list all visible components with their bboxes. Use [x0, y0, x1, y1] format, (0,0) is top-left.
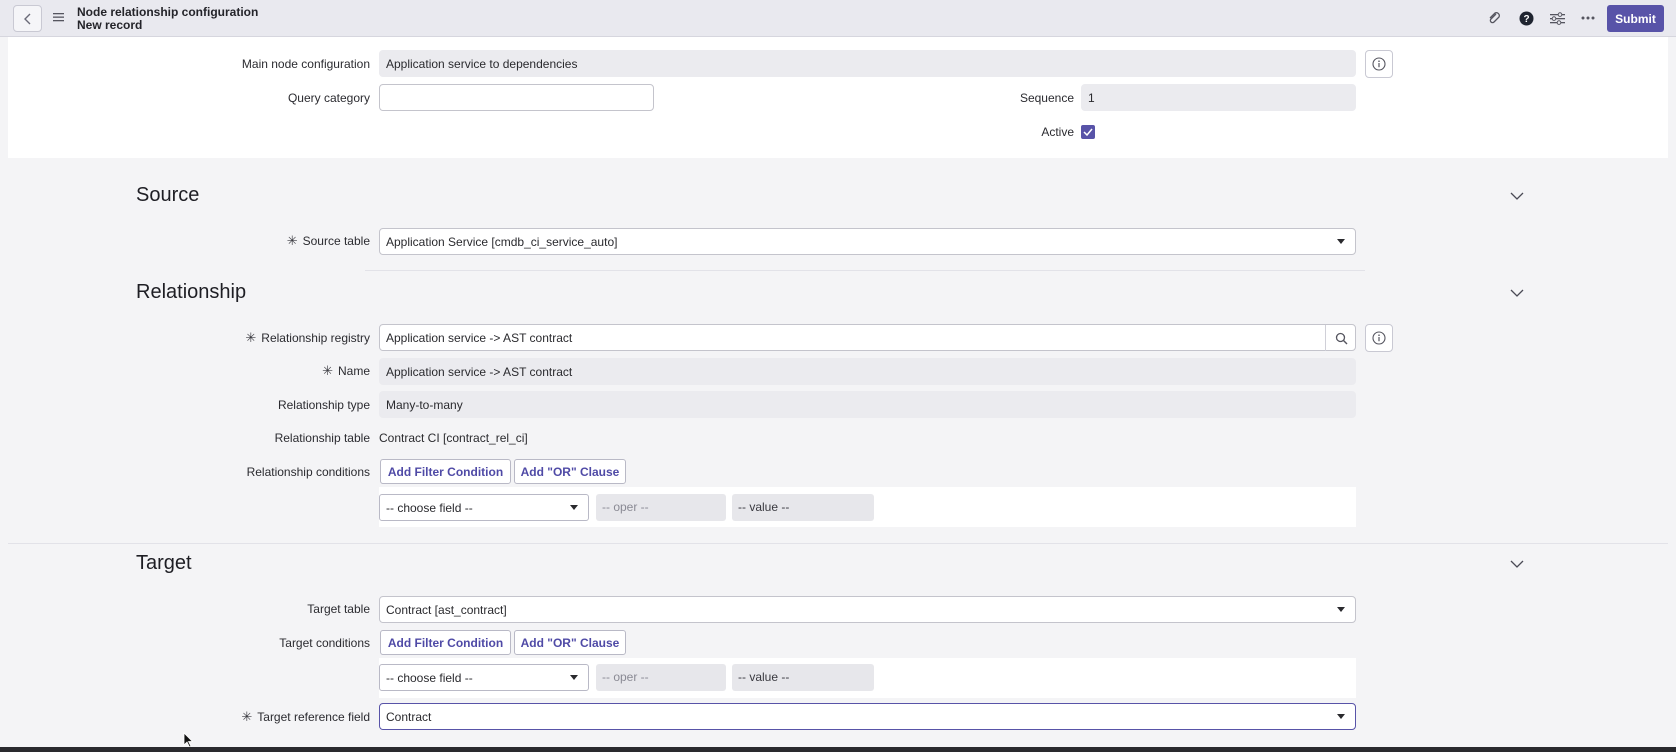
- target-collapse-chevron-icon[interactable]: [1510, 559, 1524, 569]
- back-icon: [23, 13, 30, 24]
- mouse-cursor-icon: [183, 732, 194, 748]
- choose-field-dropdown-icon[interactable]: [570, 505, 578, 510]
- choose-field-dropdown-icon[interactable]: [570, 675, 578, 680]
- active-label: Active: [1041, 125, 1074, 139]
- relationship-value-field[interactable]: -- value --: [732, 494, 874, 521]
- page-subtitle: New record: [77, 18, 143, 32]
- target-choose-field-select[interactable]: -- choose field --: [379, 664, 589, 691]
- name-label-text: Name: [337, 364, 370, 378]
- section-divider: [8, 543, 1668, 544]
- relationship-registry-label-text: Relationship registry: [261, 331, 370, 345]
- target-table-value: Contract [ast_contract]: [386, 603, 507, 617]
- relationship-choose-field-select[interactable]: -- choose field --: [379, 494, 589, 521]
- menu-icon[interactable]: [53, 12, 64, 22]
- source-table-dropdown-icon[interactable]: [1337, 239, 1345, 244]
- target-reference-select[interactable]: Contract: [379, 703, 1356, 730]
- info-icon: [1372, 57, 1386, 71]
- relationship-oper-select[interactable]: -- oper --: [596, 494, 726, 521]
- source-table-label-text: Source table: [302, 234, 370, 248]
- lookup-separator: [1325, 325, 1326, 351]
- relationship-section-title: Relationship: [136, 281, 247, 303]
- more-icon: [1581, 16, 1595, 20]
- target-table-dropdown-icon[interactable]: [1337, 607, 1345, 612]
- submit-button[interactable]: Submit: [1607, 5, 1664, 32]
- target-reference-label: ✳ Target reference field: [180, 704, 370, 730]
- help-icon: ?: [1519, 11, 1533, 25]
- query-category-input[interactable]: [379, 84, 654, 111]
- name-label: ✳ Name: [180, 358, 370, 384]
- relationship-registry-input[interactable]: Application service -> AST contract: [379, 324, 1356, 351]
- source-table-select[interactable]: Application Service [cmdb_ci_service_aut…: [379, 228, 1356, 255]
- query-category-label: Query category: [287, 91, 370, 105]
- required-marker: ✳: [322, 363, 333, 378]
- relationship-info-button[interactable]: [1365, 324, 1393, 352]
- attachment-button[interactable]: [1485, 9, 1503, 27]
- more-button[interactable]: [1579, 9, 1597, 27]
- help-button[interactable]: ?: [1517, 9, 1535, 27]
- window-bottom-edge: [0, 747, 1676, 752]
- target-add-filter-button[interactable]: Add Filter Condition: [380, 630, 511, 655]
- settings-button[interactable]: [1548, 9, 1566, 27]
- required-marker: ✳: [245, 330, 257, 345]
- main-node-label: Main node configuration: [241, 57, 370, 71]
- attachment-icon: [1489, 12, 1500, 24]
- name-field: Application service -> AST contract: [379, 358, 1356, 385]
- relationship-table-label: Relationship table: [274, 431, 370, 445]
- sequence-field: 1: [1081, 84, 1356, 111]
- search-icon: [1335, 332, 1347, 344]
- target-table-select[interactable]: Contract [ast_contract]: [379, 596, 1356, 623]
- page-title: Node relationship configuration: [77, 5, 259, 19]
- main-node-info-button[interactable]: [1365, 50, 1393, 78]
- svg-text:?: ?: [1523, 14, 1529, 25]
- relationship-type-field: Many-to-many: [379, 391, 1356, 418]
- target-section-title: Target: [136, 552, 192, 574]
- sequence-label: Sequence: [1019, 91, 1074, 105]
- main-node-field: Application service to dependencies: [379, 50, 1356, 77]
- active-checkbox[interactable]: [1081, 125, 1095, 139]
- relationship-conditions-label: Relationship conditions: [246, 465, 370, 479]
- target-value-field[interactable]: -- value --: [732, 664, 874, 691]
- source-table-label: ✳ Source table: [180, 228, 370, 254]
- target-table-label: Target table: [307, 602, 370, 616]
- source-section-title: Source: [136, 184, 200, 206]
- required-marker: ✳: [286, 233, 298, 248]
- settings-icon: [1549, 11, 1565, 25]
- target-conditions-label: Target conditions: [279, 636, 370, 650]
- required-marker: ✳: [241, 709, 253, 724]
- checkmark-icon: [1083, 128, 1093, 136]
- info-icon: [1372, 331, 1386, 345]
- choose-field-text: -- choose field --: [386, 501, 473, 515]
- source-table-value: Application Service [cmdb_ci_service_aut…: [386, 235, 618, 249]
- section-divider: [365, 270, 1365, 271]
- relationship-add-filter-button[interactable]: Add Filter Condition: [380, 459, 511, 484]
- relationship-registry-label: ✳ Relationship registry: [180, 325, 370, 351]
- relationship-table-value: Contract CI [contract_rel_ci]: [379, 431, 528, 445]
- target-oper-select[interactable]: -- oper --: [596, 664, 726, 691]
- back-button[interactable]: [13, 5, 42, 32]
- relationship-collapse-chevron-icon[interactable]: [1510, 288, 1524, 298]
- target-add-or-button[interactable]: Add "OR" Clause: [514, 630, 626, 655]
- relationship-add-or-button[interactable]: Add "OR" Clause: [514, 459, 626, 484]
- choose-field-text: -- choose field --: [386, 671, 473, 685]
- target-reference-dropdown-icon[interactable]: [1337, 714, 1345, 719]
- relationship-type-label: Relationship type: [277, 398, 370, 412]
- target-reference-label-text: Target reference field: [257, 710, 370, 724]
- target-reference-value: Contract: [386, 710, 432, 724]
- relationship-lookup-button[interactable]: [1330, 327, 1352, 349]
- source-collapse-chevron-icon[interactable]: [1510, 191, 1524, 201]
